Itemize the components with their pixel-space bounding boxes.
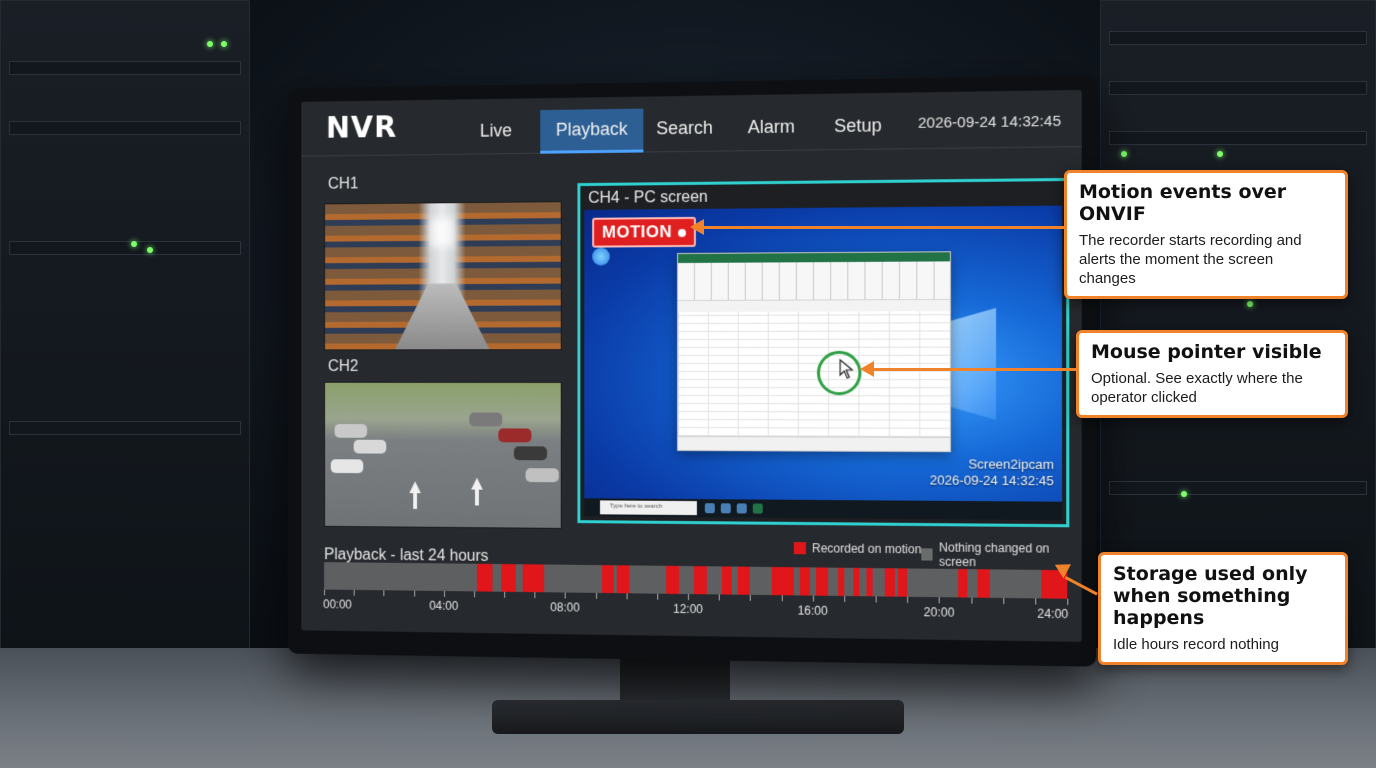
timeline-axis-label: 20:00 xyxy=(924,605,955,620)
ch2-camera-view[interactable] xyxy=(324,382,562,529)
callout-motion-arrow xyxy=(704,226,1066,229)
timeline-tick xyxy=(444,591,445,597)
spreadsheet-window xyxy=(677,251,951,452)
timeline-tick xyxy=(1035,598,1036,604)
timeline-tick xyxy=(844,596,845,602)
pc-taskbar: Type here to search xyxy=(584,498,1062,520)
watermark-time: 2026-09-24 14:32:45 xyxy=(930,472,1054,489)
timeline-tick xyxy=(813,596,814,602)
screen-watermark: Screen2ipcam 2026-09-24 14:32:45 xyxy=(930,456,1054,489)
recorded-segment[interactable] xyxy=(501,564,516,592)
timeline-axis-label: 12:00 xyxy=(673,602,703,616)
timeline-tick xyxy=(781,595,782,601)
timeline-tick xyxy=(939,597,940,603)
recorded-segment[interactable] xyxy=(738,567,750,595)
callout-pointer-arrowhead xyxy=(860,361,874,377)
timeline-tick xyxy=(565,593,566,599)
timeline-axis-label: 04:00 xyxy=(429,599,458,613)
timeline-axis-label: 08:00 xyxy=(550,600,579,614)
recorded-segment[interactable] xyxy=(522,564,543,592)
nvr-top-bar: NVR Live Playback Search Alarm Setup 202… xyxy=(301,90,1082,157)
nvr-screen: NVR Live Playback Search Alarm Setup 202… xyxy=(301,90,1082,642)
tab-alarm[interactable]: Alarm xyxy=(732,106,811,151)
taskbar-search: Type here to search xyxy=(600,500,697,515)
timeline-tick xyxy=(1067,599,1068,605)
recorded-segment[interactable] xyxy=(866,568,872,596)
recorded-segment[interactable] xyxy=(477,564,492,592)
recorded-segment[interactable] xyxy=(958,569,968,598)
timeline-axis-label: 00:00 xyxy=(323,597,352,611)
recorded-segment[interactable] xyxy=(885,568,894,596)
recorded-segment[interactable] xyxy=(617,565,629,593)
timeline-tick xyxy=(750,595,751,601)
desktop-icon xyxy=(592,248,610,266)
watermark-name: Screen2ipcam xyxy=(930,456,1054,473)
motion-badge: MOTION xyxy=(592,217,696,248)
timeline-tick xyxy=(907,597,908,603)
tab-setup[interactable]: Setup xyxy=(818,105,898,151)
recorded-segment[interactable] xyxy=(838,568,844,596)
timeline-tick xyxy=(657,594,658,600)
recorded-segment[interactable] xyxy=(602,565,614,593)
ch2-label: CH2 xyxy=(328,358,359,376)
callout-pointer-title: Mouse pointer visible xyxy=(1091,341,1333,363)
callout-mouse-pointer: Mouse pointer visible Optional. See exac… xyxy=(1076,330,1348,418)
recorded-segment[interactable] xyxy=(800,567,809,595)
ch4-label: CH4 - PC screen xyxy=(588,189,708,208)
recorded-segment[interactable] xyxy=(694,566,706,594)
motion-badge-label: MOTION xyxy=(602,222,672,241)
callout-storage: Storage used only when something happens… xyxy=(1098,552,1348,665)
timeline-tick xyxy=(474,591,475,597)
callout-motion-body: The recorder starts recording and alerts… xyxy=(1079,231,1333,288)
timeline-tick xyxy=(596,593,597,599)
legend-recorded-swatch xyxy=(794,542,806,554)
timeline-tick xyxy=(626,593,627,599)
recorded-segment[interactable] xyxy=(977,569,990,598)
ch4-camera-view[interactable]: CH4 - PC screen MOTION Screen2ipcam 2026… xyxy=(577,178,1069,527)
legend-recorded-label: Recorded on motion xyxy=(812,541,921,556)
record-dot-icon xyxy=(678,228,686,236)
ch1-camera-view[interactable] xyxy=(324,201,562,350)
timeline-tick xyxy=(876,596,877,602)
timeline-axis-label: 16:00 xyxy=(798,603,828,618)
callout-pointer-arrow xyxy=(874,368,1078,371)
timeline-tick xyxy=(384,590,385,596)
nvr-datetime: 2026-09-24 14:32:45 xyxy=(918,113,1061,132)
callout-storage-title: Storage used only when something happens xyxy=(1113,563,1333,629)
recorded-segment[interactable] xyxy=(666,566,678,594)
callout-pointer-body: Optional. See exactly where the operator… xyxy=(1091,369,1333,407)
callout-motion-events: Motion events over ONVIF The recorder st… xyxy=(1064,170,1348,299)
nvr-logo: NVR xyxy=(326,110,397,145)
legend-nothing-swatch xyxy=(921,548,933,560)
recorded-segment[interactable] xyxy=(816,567,829,595)
timeline-tick xyxy=(971,598,972,604)
tab-live[interactable]: Live xyxy=(464,110,527,154)
legend-recorded: Recorded on motion xyxy=(794,541,922,556)
tab-search[interactable]: Search xyxy=(640,107,728,152)
timeline-axis-label: 24:00 xyxy=(1037,607,1068,622)
timeline-tick xyxy=(324,590,325,596)
timeline-tick xyxy=(719,594,720,600)
tab-playback[interactable]: Playback xyxy=(540,109,643,154)
callout-motion-arrowhead xyxy=(690,219,704,235)
recorded-segment[interactable] xyxy=(772,567,794,595)
timeline-tick xyxy=(414,591,415,597)
timeline-tick xyxy=(535,592,536,598)
callout-motion-title: Motion events over ONVIF xyxy=(1079,181,1333,225)
recorded-segment[interactable] xyxy=(898,568,908,596)
timeline-tick xyxy=(504,592,505,598)
ch1-label: CH1 xyxy=(328,176,359,194)
pc-desktop: MOTION Screen2ipcam 2026-09-24 14:32:45 xyxy=(584,206,1062,521)
server-rack-left xyxy=(0,0,250,660)
callout-storage-body: Idle hours record nothing xyxy=(1113,635,1333,654)
recorded-segment[interactable] xyxy=(722,566,731,594)
timeline-tick xyxy=(1003,598,1004,604)
timeline-tick xyxy=(688,594,689,600)
timeline-tick xyxy=(354,590,355,596)
monitor-stand-base xyxy=(492,700,904,734)
recorded-segment[interactable] xyxy=(854,568,860,596)
